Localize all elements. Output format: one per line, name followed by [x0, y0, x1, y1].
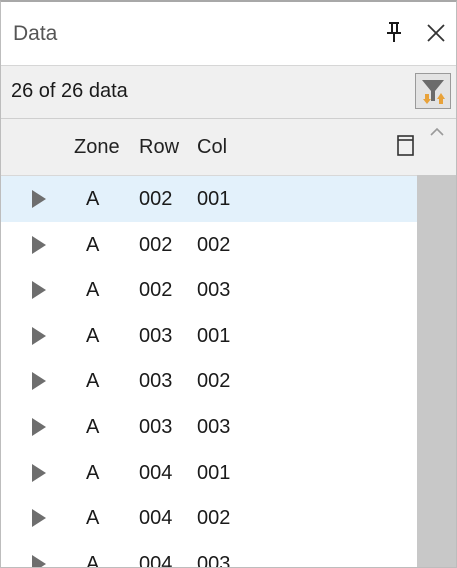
table-header: Zone Row Col — [1, 119, 456, 176]
cell-col: 001 — [197, 188, 231, 210]
column-header-col[interactable]: Col — [197, 136, 227, 159]
cell-zone: A — [86, 279, 100, 302]
expand-row-icon[interactable] — [31, 554, 47, 567]
cell-zone: A — [86, 188, 100, 210]
expand-row-icon[interactable] — [31, 326, 47, 345]
cell-zone: A — [86, 507, 100, 530]
cell-zone: A — [86, 415, 100, 438]
cell-col: 001 — [197, 461, 231, 484]
cell-row: 003 — [139, 324, 173, 347]
table-body: A 002 001 A 002 002 A 002 003 A 003 001 … — [1, 176, 417, 568]
column-header-row[interactable]: Row — [139, 136, 179, 159]
column-chooser-icon[interactable] — [396, 133, 416, 157]
expand-row-icon[interactable] — [31, 372, 47, 391]
panel-titlebar: Data — [1, 2, 456, 65]
cell-row: 004 — [139, 507, 173, 530]
cell-row: 003 — [139, 370, 173, 393]
panel-title: Data — [13, 22, 58, 45]
scroll-up-icon[interactable] — [428, 125, 446, 139]
filter-sort-button[interactable] — [415, 73, 451, 109]
panel-toolbar: 26 of 26 data — [1, 65, 456, 119]
data-panel: Data 26 of 26 data Zone Row Col A 002 00… — [0, 0, 457, 568]
cell-row: 003 — [139, 415, 173, 438]
table-row[interactable]: A 004 003 — [1, 541, 417, 568]
table-row[interactable]: A 004 002 — [1, 495, 417, 541]
cell-row: 002 — [139, 279, 173, 302]
expand-row-icon[interactable] — [31, 190, 47, 208]
cell-col: 003 — [197, 552, 231, 568]
cell-col: 002 — [197, 370, 231, 393]
expand-row-icon[interactable] — [31, 235, 47, 254]
table-row[interactable]: A 002 001 — [1, 176, 417, 222]
cell-row: 002 — [139, 233, 173, 256]
column-header-zone[interactable]: Zone — [74, 136, 120, 159]
expand-row-icon[interactable] — [31, 509, 47, 528]
cell-zone: A — [86, 461, 100, 484]
vertical-scrollbar[interactable] — [417, 119, 456, 567]
cell-col: 002 — [197, 233, 231, 256]
cell-col: 001 — [197, 324, 231, 347]
cell-row: 004 — [139, 461, 173, 484]
expand-row-icon[interactable] — [31, 281, 47, 300]
cell-row: 002 — [139, 188, 173, 210]
filter-sort-icon — [422, 80, 445, 104]
expand-row-icon[interactable] — [31, 417, 47, 436]
table-row[interactable]: A 003 003 — [1, 404, 417, 450]
pin-icon[interactable] — [383, 20, 405, 44]
expand-row-icon[interactable] — [31, 463, 47, 482]
close-icon[interactable] — [422, 19, 450, 47]
cell-col: 003 — [197, 279, 231, 302]
record-count: 26 of 26 data — [11, 80, 128, 102]
cell-col: 003 — [197, 415, 231, 438]
table-row[interactable]: A 003 001 — [1, 313, 417, 359]
scrollbar-thumb[interactable] — [417, 175, 456, 567]
cell-row: 004 — [139, 552, 173, 568]
table-row[interactable]: A 003 002 — [1, 358, 417, 404]
cell-col: 002 — [197, 507, 231, 530]
cell-zone: A — [86, 370, 100, 393]
table-row[interactable]: A 004 001 — [1, 450, 417, 496]
cell-zone: A — [86, 233, 100, 256]
table-row[interactable]: A 002 003 — [1, 267, 417, 313]
table-row[interactable]: A 002 002 — [1, 222, 417, 268]
cell-zone: A — [86, 552, 100, 568]
cell-zone: A — [86, 324, 100, 347]
